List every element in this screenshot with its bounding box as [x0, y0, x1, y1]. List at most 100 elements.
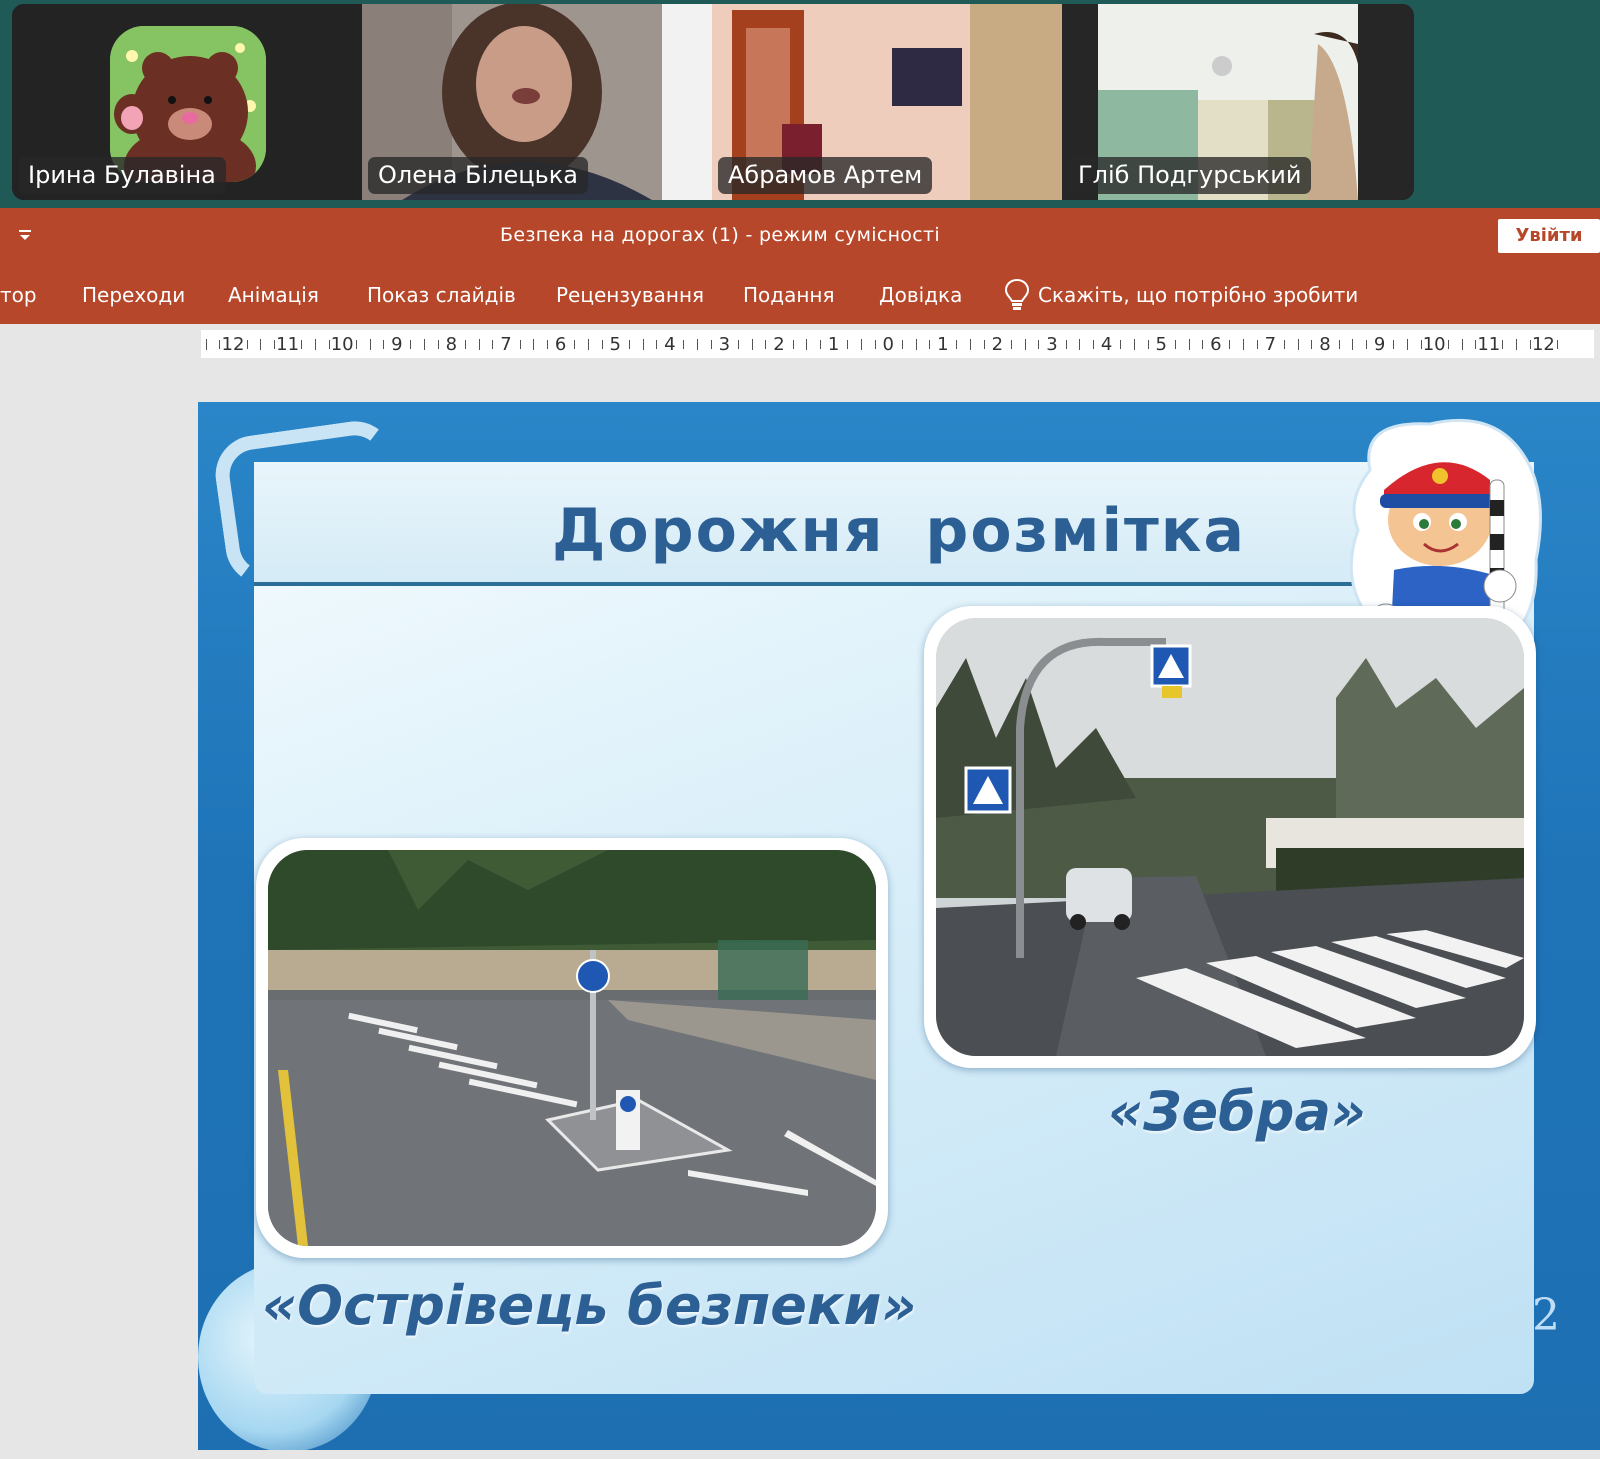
ruler-tick	[1065, 340, 1067, 349]
ruler-tick	[478, 339, 480, 350]
zebra-crossing-photo[interactable]	[924, 606, 1536, 1068]
ruler-tick	[246, 340, 248, 349]
participant-tiles: Ірина Булавіна Олена Білецька Абрамов Ар…	[12, 4, 1414, 200]
ruler-tick	[355, 340, 357, 349]
ruler-tick	[574, 340, 576, 349]
tab-review[interactable]: Рецензування	[556, 283, 704, 307]
ruler-tick	[874, 340, 876, 349]
ruler-tick	[260, 339, 262, 350]
ruler-tick	[1243, 339, 1245, 350]
ruler-label: 3	[718, 334, 731, 355]
ruler-tick	[642, 339, 644, 350]
ruler-tick	[956, 340, 958, 349]
caption-zebra[interactable]: «Зебра»	[1108, 1080, 1366, 1143]
ruler-label: 9	[391, 334, 403, 355]
ribbon-tab-bar: тор Переходи Анімація Показ слайдів Реце…	[0, 266, 1600, 324]
ruler-label: 7	[500, 334, 512, 355]
ruler-label: 7	[1264, 334, 1277, 355]
participant-tile-4[interactable]: Гліб Подгурський	[1062, 4, 1414, 200]
ruler-label: 5	[609, 334, 621, 355]
ruler-tick	[1529, 340, 1531, 349]
ruler-tick	[806, 339, 808, 350]
ruler-tick	[751, 339, 753, 350]
safety-island-image	[268, 850, 876, 1246]
tab-view[interactable]: Подання	[743, 283, 835, 307]
participant-tile-1[interactable]: Ірина Булавіна	[12, 4, 362, 200]
ruler-tick	[1365, 340, 1367, 349]
ruler-tick	[1120, 340, 1122, 349]
ruler-tick	[410, 340, 412, 349]
ruler-tick	[1147, 340, 1149, 349]
ruler-tick	[1447, 340, 1449, 349]
tab-help[interactable]: Довідка	[879, 283, 962, 307]
ruler-tick	[1188, 339, 1190, 350]
ruler-tick	[1475, 340, 1477, 349]
ruler-tick	[901, 340, 903, 349]
ruler-tick	[519, 340, 521, 349]
ruler-tick	[1229, 340, 1231, 349]
ruler-tick	[697, 339, 699, 350]
tell-me-search[interactable]: Скажіть, що потрібно зробити	[1038, 283, 1358, 307]
ruler-tick	[1352, 339, 1354, 350]
ruler-tick	[1557, 340, 1559, 349]
document-title: Безпека на дорогах (1) - режим сумісност…	[500, 224, 940, 246]
slide[interactable]: Дорожня розмітка «Зебра» «Острівець безп…	[198, 402, 1600, 1450]
participant-tile-2-active-speaker[interactable]: Олена Білецька	[362, 4, 712, 200]
ruler-tick	[983, 340, 985, 349]
ruler-label: 4	[1100, 334, 1113, 355]
ruler-tick	[273, 340, 275, 349]
ruler-tick	[1024, 339, 1026, 350]
tab-slide-show[interactable]: Показ слайдів	[367, 283, 516, 307]
zebra-crossing-image	[936, 618, 1524, 1056]
ruler-tick	[683, 340, 685, 349]
ruler-tick	[205, 339, 207, 350]
tab-design-partial[interactable]: тор	[0, 283, 37, 307]
tab-animations[interactable]: Анімація	[228, 283, 319, 307]
ruler-tick	[847, 340, 849, 349]
ruler-label: 10	[330, 334, 354, 355]
ruler-label: 11	[276, 334, 300, 355]
ruler-label: 2	[773, 334, 785, 355]
participant-name: Ірина Булавіна	[18, 157, 226, 194]
ruler-tick	[465, 340, 467, 349]
ruler-label: 8	[445, 334, 458, 355]
ruler-tick	[587, 339, 589, 350]
ruler-tick	[819, 340, 821, 349]
sign-in-button[interactable]: Увійти	[1498, 219, 1600, 253]
ruler-tick	[765, 340, 767, 349]
ruler-tick	[1297, 339, 1299, 350]
horizontal-ruler[interactable]: 12 11 10 9 8 7 6 5 4 3 2 1 0 1 2 3 4 5 6 7 8 9 10 11 12	[201, 330, 1594, 358]
ruler-tick	[1311, 340, 1313, 349]
participant-tile-3[interactable]: Абрамов Артем	[712, 4, 1062, 200]
ruler-tick	[970, 339, 972, 350]
ruler-tick	[1092, 340, 1094, 349]
participant-name: Гліб Подгурський	[1068, 157, 1312, 194]
ruler-tick	[1420, 340, 1422, 349]
tab-transitions[interactable]: Переходи	[82, 283, 185, 307]
ruler-label: 4	[664, 334, 676, 355]
ruler-tick	[1133, 339, 1135, 350]
ruler-label: 12	[1531, 334, 1555, 355]
ruler-tick	[546, 340, 548, 349]
ruler-tick	[1461, 339, 1463, 350]
participant-name: Олена Білецька	[368, 157, 588, 194]
ruler-tick	[1174, 340, 1176, 349]
ruler-label: 6	[1210, 334, 1222, 355]
ruler-tick	[792, 340, 794, 349]
ruler-tick	[915, 339, 917, 350]
ruler-tick	[929, 340, 931, 349]
video-gallery-strip: Ірина Булавіна Олена Білецька Абрамов Ар…	[0, 0, 1600, 208]
ruler-label: 0	[882, 334, 894, 355]
ruler-tick	[437, 340, 439, 349]
ruler-tick	[1393, 340, 1395, 349]
ruler-tick	[383, 340, 385, 349]
ruler-tick	[628, 340, 630, 349]
powerpoint-title-bar: Безпека на дорогах (1) - режим сумісност…	[0, 208, 1600, 266]
caption-safety-island[interactable]: «Острівець безпеки»	[262, 1274, 916, 1337]
ruler-tick	[860, 339, 862, 350]
safety-island-photo[interactable]	[256, 838, 888, 1258]
ruler-tick	[1256, 340, 1258, 349]
participant-name: Абрамов Артем	[718, 157, 933, 194]
ruler-tick	[1079, 339, 1081, 350]
ruler-label: 2	[991, 334, 1004, 355]
